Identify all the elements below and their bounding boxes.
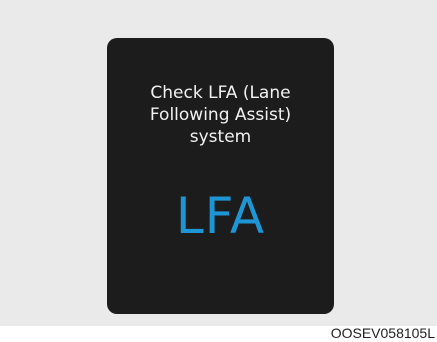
figure-code-label: OOSEV058105L [330,325,435,341]
warning-message: Check LFA (Lane Following Assist) system [107,82,334,148]
warning-message-line-2: Following Assist) [149,105,292,125]
cluster-warning-display: Check LFA (Lane Following Assist) system… [107,38,334,314]
warning-message-line-3: system [189,127,252,147]
lfa-indicator-text: LFA [175,187,266,245]
warning-message-line-1: Check LFA (Lane [150,83,291,103]
